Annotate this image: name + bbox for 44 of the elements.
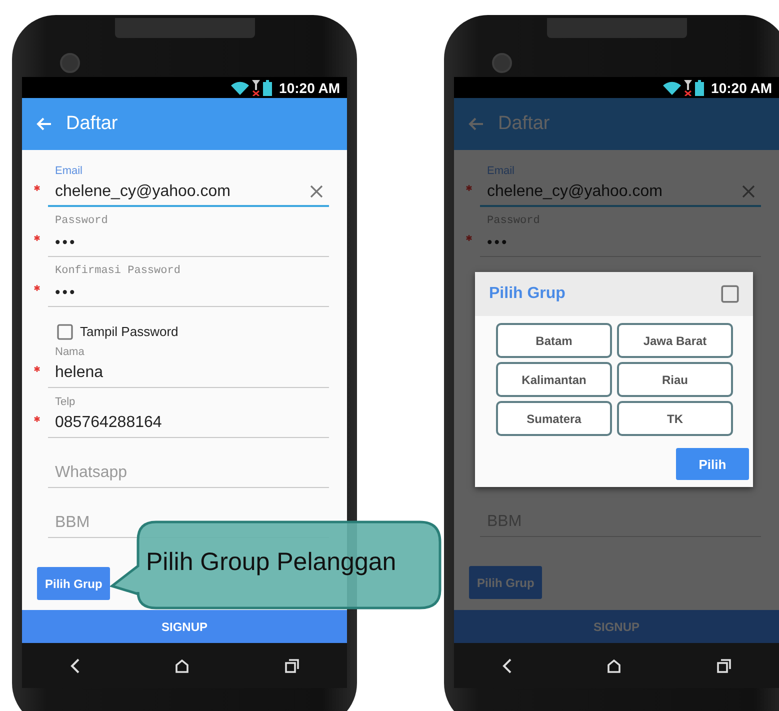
- home-icon[interactable]: [175, 658, 190, 672]
- text-field[interactable]: 085764288164: [48, 409, 329, 438]
- field-label: Konfirmasi Password: [54, 264, 180, 278]
- group-option-button[interactable]: Sumatera: [496, 401, 612, 436]
- field-label: Email: [54, 164, 83, 178]
- clear-icon[interactable]: [310, 185, 323, 198]
- checkbox[interactable]: [57, 324, 73, 340]
- dialog-title: Pilih Grup: [489, 285, 566, 303]
- battery-icon: [263, 80, 272, 96]
- checkbox[interactable]: [721, 285, 739, 303]
- group-option-button[interactable]: TK: [617, 401, 733, 436]
- choose-group-button[interactable]: Pilih Grup: [37, 567, 110, 600]
- field-label: Password: [54, 214, 108, 228]
- front-camera: [60, 53, 80, 73]
- checkbox-label: Tampil Password: [80, 324, 178, 339]
- status-time: 10:20 AM: [279, 80, 340, 96]
- text-field[interactable]: •••: [48, 278, 329, 307]
- screen-title: Daftar: [498, 113, 550, 135]
- group-option-button[interactable]: Jawa Barat: [617, 323, 733, 358]
- text-field[interactable]: helena: [48, 359, 329, 388]
- battery-icon: [695, 80, 704, 96]
- wifi-icon: [663, 80, 682, 94]
- signal-icon: [252, 80, 260, 96]
- callout-tooltip-text: Pilih Group Pelanggan: [146, 548, 396, 577]
- field-label: Email: [486, 164, 515, 178]
- status-time: 10:20 AM: [711, 80, 772, 96]
- recent-apps-icon[interactable]: [285, 658, 300, 672]
- front-camera: [492, 53, 512, 73]
- signup-button[interactable]: SIGNUP: [22, 610, 347, 643]
- group-option-button[interactable]: Batam: [496, 323, 612, 358]
- back-icon[interactable]: [502, 658, 512, 674]
- signal-icon: [684, 80, 692, 96]
- screen-title: Daftar: [66, 113, 118, 135]
- home-icon[interactable]: [607, 658, 622, 672]
- back-icon[interactable]: [70, 658, 80, 674]
- text-field[interactable]: chelene_cy@yahoo.com: [48, 178, 329, 207]
- wifi-icon: [231, 80, 250, 94]
- group-option-button[interactable]: Riau: [617, 362, 733, 397]
- field-label: Telp: [54, 395, 76, 409]
- group-option-button[interactable]: Kalimantan: [496, 362, 612, 397]
- back-arrow-icon[interactable]: [36, 117, 52, 131]
- recent-apps-icon[interactable]: [717, 658, 732, 672]
- field-label: Nama: [54, 345, 84, 359]
- text-field[interactable]: •••: [48, 228, 329, 257]
